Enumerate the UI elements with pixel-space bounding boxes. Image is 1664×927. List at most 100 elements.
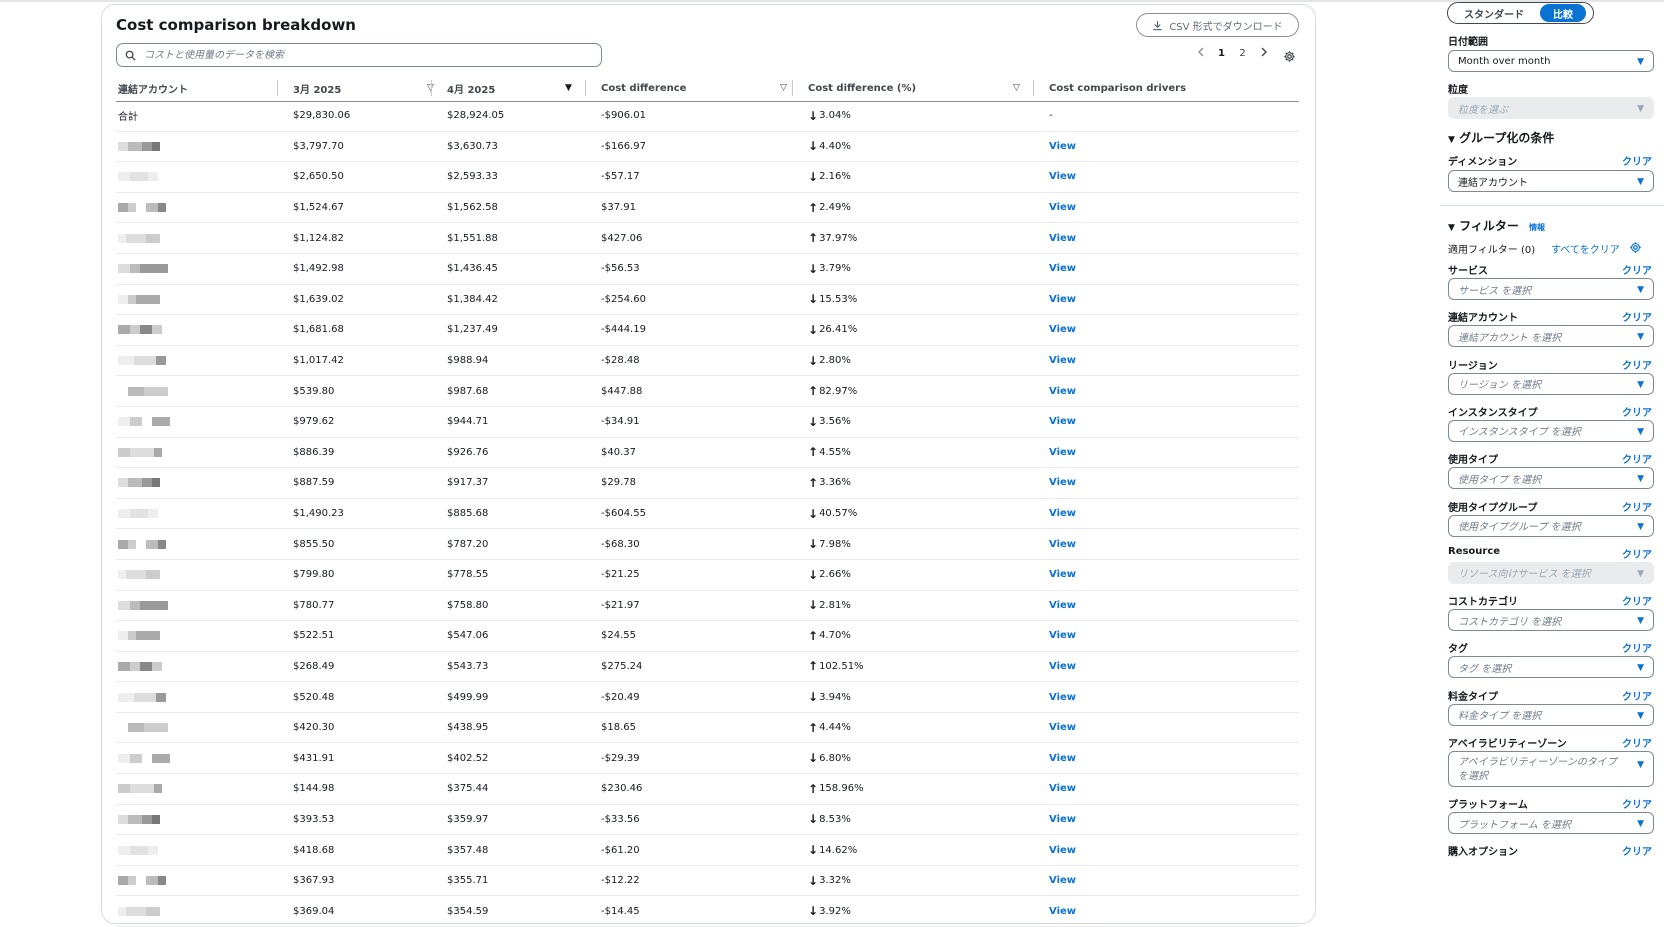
page-2[interactable]: 2: [1232, 48, 1253, 59]
page-1[interactable]: 1: [1211, 48, 1232, 59]
column-divider: [792, 80, 793, 96]
filter-section[interactable]: ▼ フィルター 情報: [1448, 217, 1545, 234]
view-link[interactable]: View: [1049, 529, 1076, 559]
total-mar: $29,830.06: [293, 110, 351, 122]
filter-4-select[interactable]: 使用タイプ を選択 ▼: [1448, 467, 1654, 490]
granularity-select[interactable]: 粒度を選ぶ ▼: [1448, 97, 1654, 119]
table-row: $855.50 $787.20 -$68.30 ↓ 7.98% View: [116, 529, 1299, 560]
filter-7-select[interactable]: コストカテゴリ を選択 ▼: [1448, 609, 1654, 632]
filter-10-select[interactable]: アベイラビリティーゾーンのタイプ を選択 ▼: [1448, 751, 1654, 787]
filter-6-clear-link[interactable]: クリア: [1622, 546, 1652, 561]
sort-icon[interactable]: ▽: [1013, 83, 1020, 93]
view-link[interactable]: View: [1049, 285, 1076, 315]
arrow-down-icon: ↓: [808, 169, 819, 184]
view-link[interactable]: View: [1049, 468, 1076, 498]
redacted-account-name: [118, 468, 160, 498]
view-link[interactable]: View: [1049, 621, 1076, 651]
group-by-section[interactable]: ▼ グループ化の条件: [1448, 129, 1554, 146]
filter-1-clear-link[interactable]: クリア: [1622, 309, 1652, 324]
filter-3-select[interactable]: インスタンスタイプ を選択 ▼: [1448, 419, 1654, 442]
view-link[interactable]: View: [1049, 407, 1076, 437]
view-link[interactable]: View: [1049, 682, 1076, 712]
col-header-diff[interactable]: Cost difference ▽: [601, 75, 791, 101]
csv-download-button[interactable]: CSV 形式でダウンロード: [1136, 13, 1299, 37]
filter-2-select[interactable]: リージョン を選択 ▼: [1448, 372, 1654, 395]
filter-11-select[interactable]: プラットフォーム を選択 ▼: [1448, 812, 1654, 834]
view-link[interactable]: View: [1049, 713, 1076, 743]
filter-10-clear-link[interactable]: クリア: [1622, 735, 1652, 750]
caret-down-icon: ▼: [1637, 819, 1644, 829]
next-page-icon[interactable]: [1253, 47, 1274, 60]
filter-settings-gear-icon[interactable]: [1629, 239, 1642, 258]
filter-11-clear-link[interactable]: クリア: [1622, 796, 1652, 811]
filter-8-select[interactable]: タグ を選択 ▼: [1448, 656, 1654, 679]
column-divider: [1033, 80, 1034, 96]
view-link[interactable]: View: [1049, 835, 1076, 865]
col-header-apr[interactable]: 4月 2025 ▼: [447, 75, 587, 101]
view-link[interactable]: View: [1049, 560, 1076, 590]
col-header-mar[interactable]: 3月 2025▽: [293, 75, 434, 101]
date-range-label: 日付範囲: [1448, 37, 1488, 48]
cell-diff: -$21.97: [601, 599, 640, 611]
search-input[interactable]: [142, 48, 601, 62]
dimension-select[interactable]: 連結アカウント ▼: [1448, 170, 1654, 192]
sort-desc-icon[interactable]: ▼: [565, 83, 572, 93]
view-link[interactable]: View: [1049, 591, 1076, 621]
filter-8-clear-link[interactable]: クリア: [1622, 640, 1652, 655]
filter-10-label: アベイラビリティーゾーン: [1448, 739, 1567, 750]
filter-0-clear-link[interactable]: クリア: [1622, 262, 1652, 277]
filter-7-clear-link[interactable]: クリア: [1622, 593, 1652, 608]
redacted-account-name: [118, 132, 160, 162]
filter-9-select[interactable]: 料金タイプ を選択 ▼: [1448, 703, 1654, 726]
view-link[interactable]: View: [1049, 223, 1076, 253]
view-link[interactable]: View: [1049, 254, 1076, 284]
standard-toggle-option[interactable]: スタンダード: [1448, 6, 1540, 21]
view-link[interactable]: View: [1049, 805, 1076, 835]
view-link[interactable]: View: [1049, 866, 1076, 896]
table-row: $780.77 $758.80 -$21.97 ↓ 2.81% View: [116, 591, 1299, 622]
table-row: $1,017.42 $988.94 -$28.48 ↓ 2.80% View: [116, 346, 1299, 377]
view-link[interactable]: View: [1049, 315, 1076, 345]
settings-gear-icon[interactable]: [1283, 48, 1296, 67]
filter-0-select[interactable]: サービス を選択 ▼: [1448, 278, 1654, 300]
clear-all-link[interactable]: すべてをクリア: [1551, 241, 1620, 256]
filter-9-clear-link[interactable]: クリア: [1622, 688, 1652, 703]
table-row: $367.93 $355.71 -$12.22 ↓ 3.32% View: [116, 866, 1299, 897]
cell-apr: $438.95: [447, 722, 489, 734]
caret-down-icon: ▼: [1637, 177, 1644, 187]
cell-mar: $393.53: [293, 813, 335, 825]
filter-2-clear-link[interactable]: クリア: [1622, 357, 1652, 372]
filter-3-clear-link[interactable]: クリア: [1622, 404, 1652, 419]
filter-1-select[interactable]: 連結アカウント を選択 ▼: [1448, 325, 1654, 348]
view-link[interactable]: View: [1049, 652, 1076, 682]
cell-diff: $427.06: [601, 232, 643, 244]
view-link[interactable]: View: [1049, 438, 1076, 468]
cell-apr: $778.55: [447, 569, 489, 581]
filter-5-clear-link[interactable]: クリア: [1622, 499, 1652, 514]
filter-5-select[interactable]: 使用タイプグループ を選択 ▼: [1448, 514, 1654, 537]
table-row: $1,639.02 $1,384.42 -$254.60 ↓ 15.53% View: [116, 285, 1299, 316]
view-link[interactable]: View: [1049, 162, 1076, 192]
search-field[interactable]: [116, 43, 602, 67]
col-header-diff-pct[interactable]: Cost difference (%) ▽: [808, 75, 1028, 101]
compare-toggle-option[interactable]: 比較: [1540, 4, 1586, 22]
cell-apr: $547.06: [447, 630, 489, 642]
view-link[interactable]: View: [1049, 376, 1076, 406]
view-link[interactable]: View: [1049, 774, 1076, 804]
sort-icon[interactable]: ▽: [780, 83, 787, 93]
filter-6-select[interactable]: リソース向けサービス を選択 ▼: [1448, 561, 1654, 584]
view-link[interactable]: View: [1049, 132, 1076, 162]
view-link[interactable]: View: [1049, 499, 1076, 529]
filter-4-clear-link[interactable]: クリア: [1622, 451, 1652, 466]
info-link[interactable]: 情報: [1529, 223, 1545, 232]
date-range-select[interactable]: Month over month ▼: [1448, 50, 1654, 72]
view-link[interactable]: View: [1049, 896, 1076, 926]
cell-diff: -$20.49: [601, 691, 640, 703]
view-link[interactable]: View: [1049, 743, 1076, 773]
view-link[interactable]: View: [1049, 346, 1076, 376]
view-link[interactable]: View: [1049, 193, 1076, 223]
prev-page-icon[interactable]: [1190, 47, 1211, 60]
cell-apr: $917.37: [447, 477, 489, 489]
dimension-clear-link[interactable]: クリア: [1622, 153, 1652, 168]
filter-12-clear-link[interactable]: クリア: [1622, 843, 1652, 858]
